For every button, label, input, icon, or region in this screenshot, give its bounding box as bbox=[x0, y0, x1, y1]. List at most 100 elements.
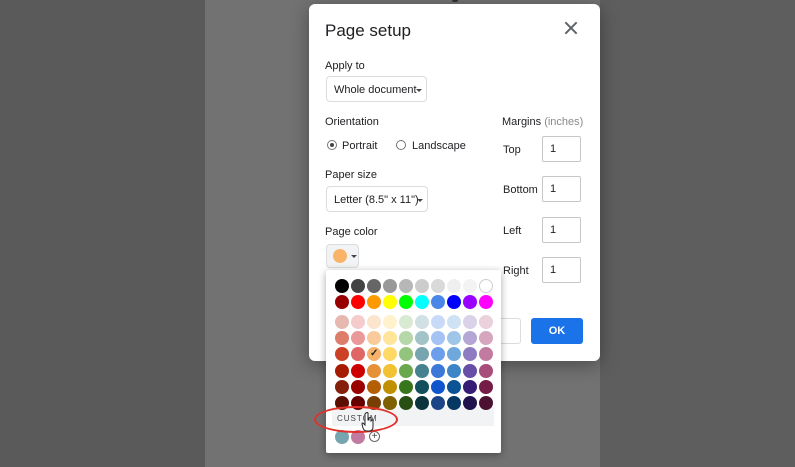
color-swatch[interactable] bbox=[335, 379, 349, 394]
color-swatch[interactable] bbox=[399, 379, 413, 394]
color-swatch[interactable] bbox=[415, 347, 429, 362]
color-swatch[interactable] bbox=[463, 295, 477, 310]
color-swatch[interactable] bbox=[479, 331, 493, 346]
portrait-radio[interactable] bbox=[327, 140, 337, 150]
color-swatch[interactable] bbox=[351, 279, 365, 293]
color-swatch[interactable] bbox=[415, 395, 429, 410]
color-swatch[interactable] bbox=[447, 279, 461, 293]
color-swatch[interactable] bbox=[431, 347, 445, 362]
color-swatch[interactable] bbox=[463, 279, 477, 293]
color-swatch[interactable] bbox=[383, 331, 397, 346]
background-left bbox=[0, 0, 205, 467]
color-swatch[interactable] bbox=[351, 363, 365, 378]
margin-bottom-input[interactable]: 1 bbox=[542, 176, 581, 202]
color-swatch[interactable] bbox=[415, 379, 429, 394]
color-swatch[interactable] bbox=[383, 315, 397, 330]
color-swatch[interactable] bbox=[415, 331, 429, 346]
color-swatch[interactable] bbox=[463, 363, 477, 378]
page-color-button[interactable] bbox=[326, 244, 359, 268]
color-swatch[interactable] bbox=[447, 347, 461, 362]
margin-left-label: Left bbox=[503, 225, 522, 237]
color-swatch[interactable] bbox=[431, 331, 445, 346]
color-swatch[interactable] bbox=[463, 395, 477, 410]
color-swatch[interactable] bbox=[479, 279, 493, 293]
color-swatch[interactable] bbox=[415, 295, 429, 310]
color-swatch[interactable] bbox=[431, 395, 445, 410]
color-swatch[interactable] bbox=[399, 395, 413, 410]
color-swatch[interactable] bbox=[479, 347, 493, 362]
landscape-radio[interactable] bbox=[396, 140, 406, 150]
color-swatch[interactable] bbox=[463, 315, 477, 330]
color-swatch[interactable] bbox=[479, 315, 493, 330]
margin-left-input[interactable]: 1 bbox=[542, 217, 581, 243]
color-swatch[interactable] bbox=[367, 363, 381, 378]
color-swatch[interactable] bbox=[335, 347, 349, 362]
color-swatch[interactable] bbox=[351, 315, 365, 330]
margin-top-input[interactable]: 1 bbox=[542, 136, 581, 162]
color-swatch[interactable] bbox=[431, 363, 445, 378]
margins-title: Margins bbox=[502, 116, 542, 128]
color-swatch[interactable] bbox=[351, 331, 365, 346]
dialog-title: Page setup bbox=[325, 21, 412, 40]
background-right bbox=[600, 0, 795, 467]
color-swatch[interactable] bbox=[335, 279, 349, 293]
color-swatch[interactable] bbox=[415, 315, 429, 330]
color-swatch[interactable] bbox=[383, 347, 397, 362]
color-swatch[interactable] bbox=[399, 347, 413, 362]
color-swatch[interactable] bbox=[351, 295, 365, 310]
color-swatch[interactable] bbox=[431, 295, 445, 310]
color-swatch[interactable] bbox=[367, 295, 381, 310]
color-swatch[interactable] bbox=[399, 331, 413, 346]
paper-size-dropdown[interactable]: Letter (8.5" x 11") bbox=[326, 186, 428, 212]
color-swatch[interactable] bbox=[447, 363, 461, 378]
ok-button[interactable]: OK bbox=[531, 318, 583, 344]
color-swatch[interactable] bbox=[431, 279, 445, 293]
color-swatch[interactable] bbox=[383, 395, 397, 410]
color-swatch[interactable] bbox=[479, 363, 493, 378]
color-swatch[interactable] bbox=[479, 395, 493, 410]
color-swatch[interactable] bbox=[479, 295, 493, 310]
apply-to-dropdown[interactable]: Whole document bbox=[326, 76, 427, 102]
page-color-label: Page color bbox=[325, 226, 378, 238]
paper-size-value: Letter (8.5" x 11") bbox=[334, 194, 419, 206]
color-swatch[interactable] bbox=[383, 379, 397, 394]
color-swatch[interactable] bbox=[447, 295, 461, 310]
color-swatch[interactable] bbox=[351, 379, 365, 394]
close-icon[interactable] bbox=[564, 21, 578, 35]
apply-to-value: Whole document bbox=[334, 84, 417, 96]
color-swatch[interactable] bbox=[463, 347, 477, 362]
color-swatch[interactable] bbox=[367, 331, 381, 346]
color-swatch[interactable] bbox=[479, 379, 493, 394]
add-custom-color-icon[interactable]: + bbox=[369, 431, 380, 442]
color-swatch[interactable] bbox=[399, 315, 413, 330]
color-swatch[interactable] bbox=[415, 363, 429, 378]
color-swatch[interactable] bbox=[335, 331, 349, 346]
color-swatch[interactable] bbox=[335, 295, 349, 310]
color-swatch[interactable] bbox=[351, 347, 365, 362]
color-swatch[interactable] bbox=[383, 279, 397, 293]
hand-cursor-icon bbox=[361, 412, 374, 432]
color-swatch[interactable] bbox=[399, 279, 413, 293]
color-swatch[interactable] bbox=[383, 363, 397, 378]
color-swatch[interactable] bbox=[447, 395, 461, 410]
margin-right-input[interactable]: 1 bbox=[542, 257, 581, 283]
color-swatch[interactable] bbox=[399, 363, 413, 378]
color-swatch[interactable] bbox=[335, 315, 349, 330]
color-swatch[interactable] bbox=[463, 331, 477, 346]
color-swatch[interactable] bbox=[367, 379, 381, 394]
color-swatch[interactable] bbox=[431, 315, 445, 330]
color-swatch[interactable] bbox=[415, 279, 429, 293]
color-swatch[interactable] bbox=[367, 315, 381, 330]
color-swatch[interactable] bbox=[335, 363, 349, 378]
color-swatch[interactable] bbox=[431, 379, 445, 394]
color-swatch[interactable] bbox=[463, 379, 477, 394]
color-swatch[interactable] bbox=[447, 379, 461, 394]
color-swatch[interactable] bbox=[447, 315, 461, 330]
color-swatch[interactable] bbox=[367, 279, 381, 293]
color-swatch[interactable] bbox=[383, 295, 397, 310]
color-swatch[interactable] bbox=[399, 295, 413, 310]
color-swatch[interactable]: ✓ bbox=[367, 347, 381, 362]
page-color-swatch bbox=[333, 249, 347, 263]
chevron-down-icon bbox=[416, 89, 422, 92]
color-swatch[interactable] bbox=[447, 331, 461, 346]
